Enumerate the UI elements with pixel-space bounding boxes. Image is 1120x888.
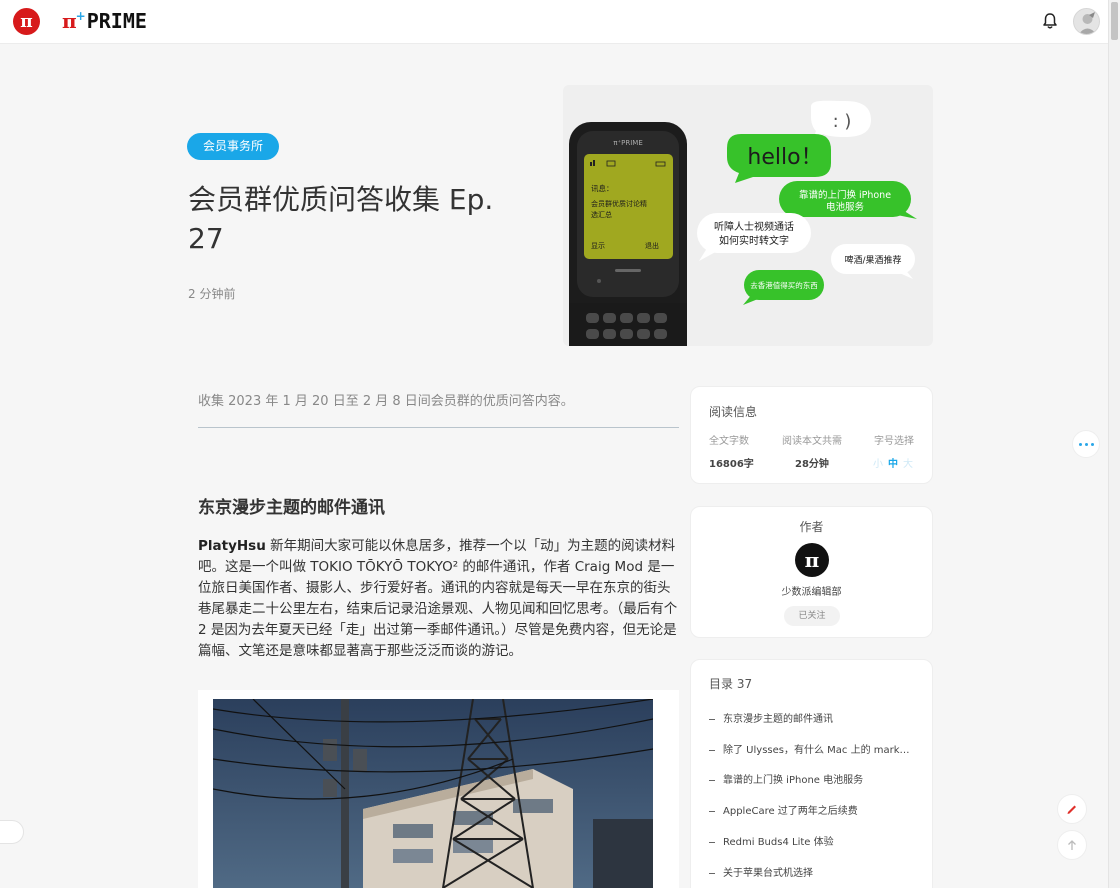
toc-item-label: AppleCare 过了两年之后续费 — [723, 806, 858, 817]
top-navbar: π π + PRIME — [0, 0, 1108, 44]
more-dot-icon — [1078, 442, 1082, 446]
font-size-small[interactable]: 小 — [873, 455, 883, 470]
toc-card: 目录 37 东京漫步主题的邮件通讯 除了 Ulysses，有什么 Mac 上的 … — [690, 659, 933, 888]
font-size-large[interactable]: 大 — [903, 455, 913, 470]
toc-title: 目录 37 — [709, 677, 753, 691]
left-side-tab[interactable] — [0, 820, 24, 844]
pencil-icon — [1067, 805, 1076, 814]
toc-item-label: 除了 Ulysses，有什么 Mac 上的 mark… — [723, 745, 910, 756]
toc-dash — [709, 841, 715, 843]
notification-bell-icon[interactable] — [1042, 12, 1058, 30]
prime-logo[interactable]: π + PRIME — [62, 9, 147, 33]
hero-image: π⁺PRIME 讯息： 会员群优质讨论精 选汇总 显示 退出:) hello… — [563, 85, 933, 346]
avatar-image-icon — [1078, 12, 1097, 34]
font-size-medium[interactable]: 中 — [888, 455, 898, 470]
tokyo-street-photo[interactable] — [213, 699, 653, 888]
page-scrollbar[interactable] — [1108, 0, 1120, 888]
phone-msg-line2: 选汇总 — [591, 210, 612, 219]
prime-logo-pi: π — [62, 9, 77, 33]
bubble-smile: : ) — [833, 111, 852, 132]
category-badge[interactable]: 会员事务所 — [187, 133, 280, 160]
bubble-deaf-line1: 听障人士视频通话 — [714, 220, 794, 233]
bubble-battery-line1: 靠谱的上门换 iPhone — [799, 189, 891, 201]
more-dot-icon — [1084, 442, 1088, 446]
toc-dash — [709, 718, 715, 720]
author-name[interactable]: 少数派编辑部 — [691, 583, 932, 598]
author-card: 作者 π 少数派编辑部 已关注 — [690, 506, 933, 638]
bubble-hello: hello！ — [747, 145, 822, 170]
toc-dash — [709, 779, 715, 781]
paragraph-author: PlatyHsu — [198, 538, 266, 554]
scrollbar-thumb[interactable] — [1111, 2, 1118, 40]
edit-button[interactable] — [1057, 794, 1087, 824]
read-time-value: 28分钟 — [795, 459, 829, 470]
arrow-up-icon — [1068, 840, 1076, 850]
user-avatar[interactable] — [1073, 8, 1100, 35]
font-size-label: 字号选择 — [874, 436, 914, 447]
toc-item[interactable]: 靠谱的上门换 iPhone 电池服务 — [709, 771, 863, 786]
toc-dash — [709, 749, 715, 751]
toc-dash — [709, 872, 715, 874]
toc-item[interactable]: Redmi Buds4 Lite 体验 — [709, 833, 834, 848]
bubble-deaf-line2: 如何实时转文字 — [719, 234, 789, 247]
more-dot-icon — [1090, 442, 1094, 446]
phone-right-softkey: 退出 — [645, 241, 659, 250]
toc-item[interactable]: 东京漫步主题的邮件通讯 — [709, 710, 833, 725]
prime-logo-text: PRIME — [86, 9, 147, 33]
phone-left-softkey: 显示 — [591, 242, 605, 250]
reading-info-card: 阅读信息 全文字数 16806字 阅读本文共需 28分钟 字号选择 小 中 大 — [690, 386, 933, 484]
article-image-frame — [198, 690, 679, 888]
toc-item[interactable]: AppleCare 过了两年之后续费 — [709, 802, 858, 817]
read-time-label: 阅读本文共需 — [782, 436, 842, 447]
author-avatar[interactable]: π — [795, 543, 829, 577]
toc-item[interactable]: 关于苹果台式机选择 — [709, 864, 813, 879]
article-title: 会员群优质问答收集 Ep. 27 — [188, 183, 494, 255]
toc-item-label: 关于苹果台式机选择 — [723, 868, 813, 879]
toc-item-label: Redmi Buds4 Lite 体验 — [723, 837, 834, 848]
bubble-beer: 啤酒/果酒推荐 — [844, 254, 901, 266]
phone-msg-line1: 会员群优质讨论精 — [591, 199, 647, 208]
hero-illustration: π⁺PRIME 讯息： 会员群优质讨论精 选汇总 显示 退出:) hello… — [569, 100, 917, 346]
prime-logo-plus: + — [75, 9, 86, 23]
article-lead: 收集 2023 年 1 月 20 日至 2 月 8 日间会员群的优质问答内容。 — [198, 394, 574, 409]
more-options-button[interactable] — [1072, 430, 1100, 458]
phone-msg-label: 讯息： — [591, 183, 614, 193]
word-count-label: 全文字数 — [709, 436, 749, 447]
lead-divider — [198, 427, 679, 428]
follow-button[interactable]: 已关注 — [784, 606, 840, 626]
section-heading: 东京漫步主题的邮件通讯 — [198, 498, 385, 518]
toc-dash — [709, 810, 715, 812]
phone-brand: π⁺PRIME — [613, 139, 643, 147]
reading-info-title: 阅读信息 — [709, 405, 758, 419]
bubble-hongkong: 去香港值得买的东西 — [750, 280, 818, 290]
article-paragraph: PlatyHsu 新年期间大家可能以休息居多，推荐一个以「动」为主题的阅读材料吧… — [198, 536, 680, 662]
toc-item[interactable]: 除了 Ulysses，有什么 Mac 上的 mark… — [709, 741, 910, 756]
paragraph-text: 新年期间大家可能以休息居多，推荐一个以「动」为主题的阅读材料吧。这是一个叫做 T… — [198, 538, 678, 659]
author-card-title: 作者 — [799, 520, 824, 534]
word-count-value: 16806字 — [709, 459, 754, 470]
bubble-battery-line2: 电池服务 — [826, 201, 865, 213]
back-to-top-button[interactable] — [1057, 830, 1087, 860]
toc-item-label: 东京漫步主题的邮件通讯 — [723, 714, 833, 725]
publish-time: 2 分钟前 — [188, 287, 236, 301]
sspai-logo[interactable]: π — [13, 8, 40, 35]
toc-item-label: 靠谱的上门换 iPhone 电池服务 — [723, 775, 864, 786]
